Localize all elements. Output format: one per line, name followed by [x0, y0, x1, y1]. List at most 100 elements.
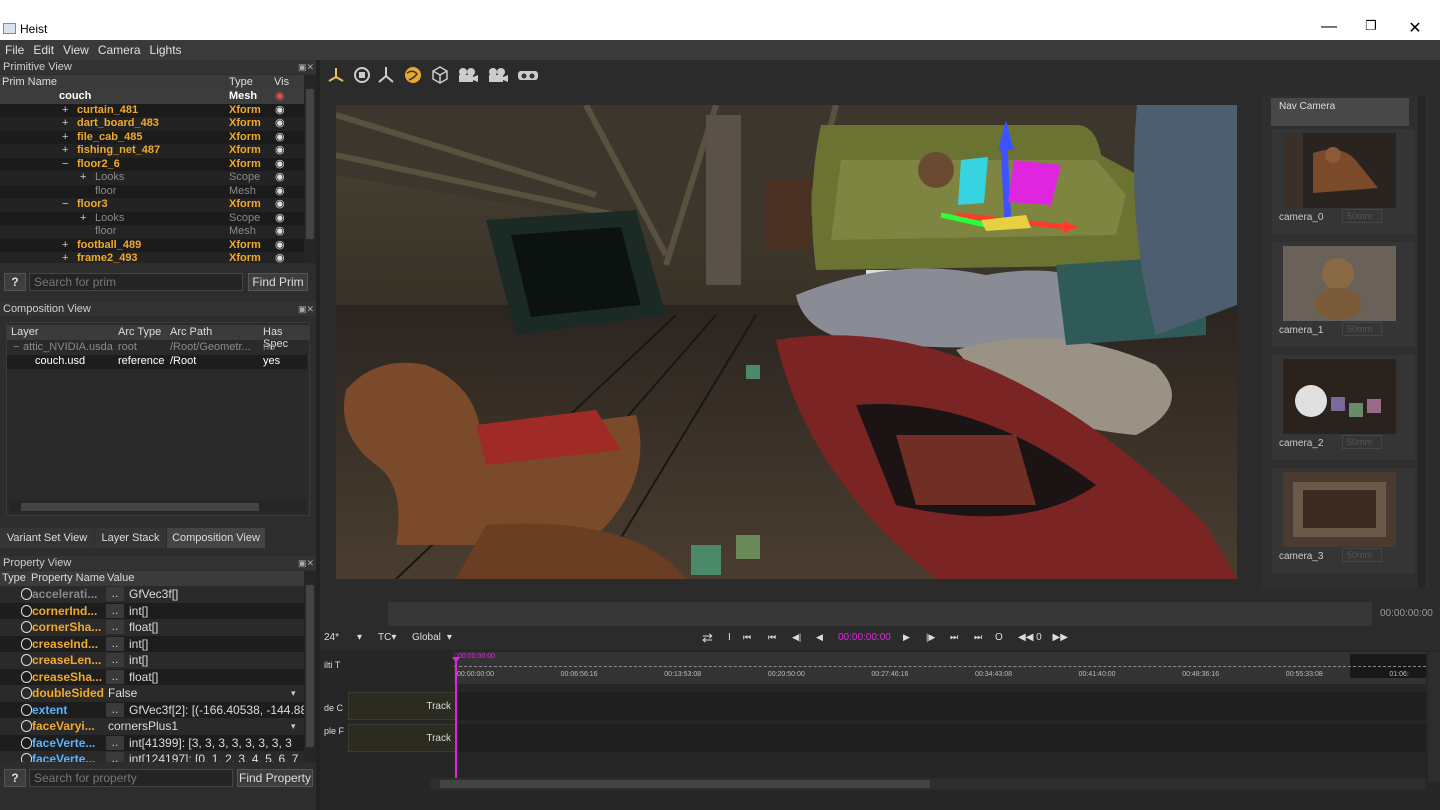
col-vis[interactable]: Vis: [274, 76, 289, 88]
next-key-icon[interactable]: ⏭: [950, 632, 958, 643]
prim-row[interactable]: floor Mesh ◉: [0, 225, 304, 239]
find-property-button[interactable]: Find Property: [237, 769, 313, 787]
edit-value-button[interactable]: ..: [106, 669, 124, 684]
property-row[interactable]: extent.. GfVec3f[2]: [(-166.40538, -144.8…: [0, 701, 304, 718]
property-row[interactable]: faceVerte..... int[124197]: [0, 1, 2, 3, …: [0, 751, 304, 762]
in-point-button[interactable]: I: [728, 632, 731, 643]
prim-row[interactable]: + file_cab_485 Xform ◉: [0, 130, 304, 145]
prim-scrollbar[interactable]: [304, 75, 316, 263]
out-point-button[interactable]: O: [995, 632, 1003, 643]
col-arc-type[interactable]: Arc Type: [118, 326, 161, 338]
minimize-icon[interactable]: —: [1314, 18, 1344, 40]
prim-row[interactable]: couch Mesh ◉: [0, 90, 304, 104]
expander-icon[interactable]: +: [80, 171, 86, 185]
visibility-eye-icon[interactable]: ◉: [275, 131, 285, 145]
visibility-eye-icon[interactable]: ◉: [275, 171, 285, 185]
camera-card-2[interactable]: camera_2 50mm: [1272, 355, 1415, 460]
col-arc-path[interactable]: Arc Path: [170, 326, 212, 338]
track-header-1[interactable]: Track: [348, 724, 456, 752]
property-row[interactable]: creaseSha..... float[]: [0, 668, 304, 685]
go-to-start-icon[interactable]: ⏮: [743, 632, 751, 643]
world-globe-icon[interactable]: [403, 65, 423, 85]
property-search-input[interactable]: Search for property: [29, 769, 233, 787]
space-select[interactable]: Global ▾: [412, 632, 452, 643]
find-prim-button[interactable]: Find Prim: [248, 273, 308, 291]
visibility-eye-icon[interactable]: ◉: [275, 252, 285, 263]
prim-row[interactable]: + fishing_net_487 Xform ◉: [0, 144, 304, 158]
prim-row[interactable]: + football_489 Xform ◉: [0, 238, 304, 253]
edit-value-button[interactable]: ..: [106, 603, 124, 618]
expander-icon[interactable]: +: [80, 212, 86, 226]
edit-value-button[interactable]: ..: [106, 752, 124, 762]
edit-value-button[interactable]: ..: [106, 636, 124, 651]
camera-card-3[interactable]: camera_3 50mm: [1272, 468, 1415, 573]
edit-value-button[interactable]: ..: [106, 702, 124, 717]
camera-focal-input[interactable]: 50mm: [1342, 435, 1382, 449]
tab-layer-stack[interactable]: Layer Stack: [95, 528, 166, 548]
rotate-icon[interactable]: [352, 65, 372, 85]
col-prim-name[interactable]: Prim Name: [2, 76, 57, 88]
col-layer[interactable]: Layer: [11, 326, 39, 338]
expander-icon[interactable]: −: [62, 198, 68, 212]
camera-record-icon[interactable]: [486, 65, 510, 85]
property-row[interactable]: accelerati..... GfVec3f[]: [0, 586, 304, 603]
speed-control[interactable]: ◀◀ 0 ▶▶: [1018, 632, 1068, 643]
expander-icon[interactable]: +: [62, 252, 68, 263]
expander-icon[interactable]: +: [62, 117, 68, 131]
timeline-hscrollbar[interactable]: [430, 778, 1426, 790]
tab-variant-set-view[interactable]: Variant Set View: [0, 528, 94, 548]
visibility-eye-icon[interactable]: ◉: [275, 225, 285, 239]
camera-card-1[interactable]: camera_1 50mm: [1272, 242, 1415, 347]
visibility-eye-icon[interactable]: ◉: [275, 104, 285, 118]
chevron-down-icon[interactable]: ▾: [291, 685, 296, 701]
prev-key-icon[interactable]: ⏮: [768, 632, 776, 643]
property-value[interactable]: False: [108, 685, 137, 701]
property-row[interactable]: doubleSided False ▾: [0, 685, 304, 702]
prim-row[interactable]: floor Mesh ◉: [0, 184, 304, 198]
visibility-eye-icon[interactable]: ◉: [275, 212, 285, 226]
visibility-eye-icon[interactable]: ◉: [275, 239, 285, 253]
edit-value-button[interactable]: ..: [106, 735, 124, 750]
prim-row[interactable]: + curtain_481 Xform ◉: [0, 103, 304, 118]
timecode-select[interactable]: TC▾: [378, 632, 396, 643]
edit-value-button[interactable]: ..: [106, 620, 124, 634]
dock-controls-icon[interactable]: ▣✕: [298, 60, 314, 74]
property-scrollbar[interactable]: [304, 571, 316, 762]
expander-icon[interactable]: +: [62, 239, 68, 253]
property-row[interactable]: cornerInd..... int[]: [0, 602, 304, 619]
expander-icon[interactable]: −: [62, 158, 68, 172]
loop-icon[interactable]: ⇄: [702, 630, 713, 646]
expander-icon[interactable]: +: [62, 104, 68, 118]
pivot-axes-icon[interactable]: [376, 65, 396, 85]
col-prop-value[interactable]: Value: [107, 572, 134, 584]
camera-focal-input[interactable]: 50mm: [1342, 209, 1382, 223]
timeline-vscrollbar[interactable]: [1428, 652, 1440, 782]
fps-select[interactable]: 24* ▾: [324, 632, 362, 643]
playhead[interactable]: [455, 658, 457, 778]
expander-icon[interactable]: +: [62, 131, 68, 145]
step-back-icon[interactable]: ◀|: [792, 632, 801, 643]
visibility-eye-icon[interactable]: ◉: [275, 158, 285, 172]
dock-controls-icon[interactable]: ▣✕: [298, 302, 314, 316]
visibility-eye-icon[interactable]: ◉: [275, 144, 285, 158]
visibility-eye-icon[interactable]: ◉: [275, 198, 285, 212]
col-type[interactable]: Type: [229, 76, 253, 88]
camera-card-0[interactable]: camera_0 50mm: [1272, 129, 1415, 234]
prim-row[interactable]: − floor2_6 Xform ◉: [0, 157, 304, 172]
property-help-button[interactable]: ?: [4, 769, 26, 787]
prim-row[interactable]: + Looks Scope ◉: [0, 171, 304, 185]
camera-focal-input[interactable]: 50mm: [1342, 548, 1382, 562]
property-row[interactable]: faceVaryi... cornersPlus1 ▾: [0, 718, 304, 735]
camera-icon[interactable]: [456, 65, 480, 85]
vr-headset-icon[interactable]: [516, 65, 540, 85]
edit-value-button[interactable]: ..: [106, 653, 124, 667]
cube-icon[interactable]: [430, 65, 450, 85]
restore-icon[interactable]: ❐: [1356, 18, 1386, 40]
col-prop-type[interactable]: Type: [2, 572, 26, 584]
menu-edit[interactable]: Edit: [28, 40, 58, 57]
prim-row[interactable]: + Looks Scope ◉: [0, 211, 304, 226]
col-prop-name[interactable]: Property Name: [31, 572, 105, 584]
go-to-end-icon[interactable]: ⏭: [974, 632, 982, 643]
timeline-ruler[interactable]: [454, 652, 1426, 684]
play-icon[interactable]: ▶: [903, 632, 910, 643]
